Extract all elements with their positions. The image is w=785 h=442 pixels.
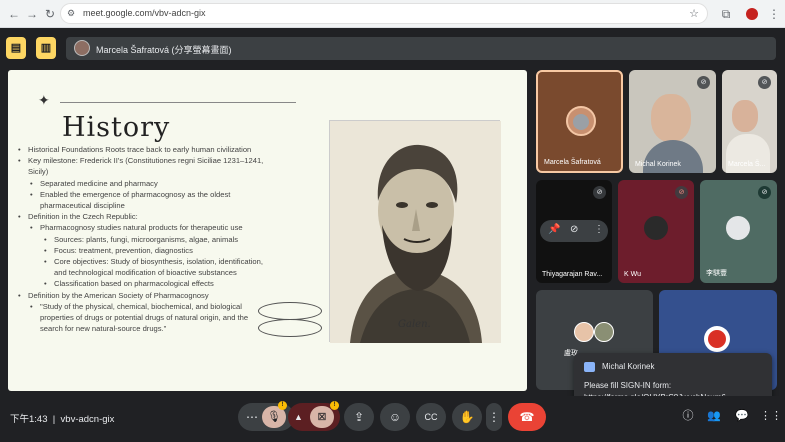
participant-name: Thiyagarajan Rav... (542, 271, 603, 278)
avatar (704, 326, 730, 352)
mic-off-icon: ⊘ (758, 76, 771, 89)
slide-bullets: Historical Foundations Roots trace back … (18, 144, 272, 334)
toast-message-line1: Please fill SIGN-IN form: (584, 381, 672, 390)
galen-portrait: Galen. (329, 120, 501, 343)
hide-panel-icon[interactable]: ▤ (6, 37, 26, 59)
slide-title: History (62, 112, 171, 143)
camera-warning-icon: ! (330, 401, 339, 410)
pin-icon[interactable]: 📌 (548, 224, 560, 235)
meeting-info-icon[interactable]: ⓘ (680, 408, 696, 424)
chat-icon[interactable]: 💬 (734, 408, 750, 424)
address-bar[interactable]: ⚙ meet.google.com/vbv-adcn-gix ☆ (60, 3, 708, 24)
site-info-icon[interactable]: ⚙ (67, 8, 75, 19)
mic-off-icon: ⊘ (758, 186, 771, 199)
present-screen-button[interactable]: ⇪ (344, 403, 374, 431)
mic-off-icon: ⊘ (675, 186, 688, 199)
present-screen-icon: ⇪ (353, 410, 365, 424)
avatar (644, 216, 668, 240)
avatar (566, 106, 596, 136)
slide-bullet: Core objectives: Study of biosynthesis, … (18, 256, 272, 278)
presenter-banner: Marcela Šafratová (分享螢幕畫面) (66, 37, 776, 60)
browser-menu-icon[interactable]: ⋮ (766, 6, 782, 22)
avatar (651, 94, 691, 142)
forward-icon[interactable]: → (24, 6, 40, 22)
meet-control-bar: 下午1:43 | vbv-adcn-gix ⋯ 🎙 ! ▲ ⊠ ! ⇪ ☺ CC… (0, 396, 785, 442)
presenter-label: Marcela Šafratová (分享螢幕畫面) (96, 45, 232, 55)
decor-ellipse-top (258, 302, 322, 320)
layout-icon[interactable]: ▥ (36, 37, 56, 59)
slide-bullet: Definition in the Czech Republic: (18, 211, 272, 222)
emoji-icon: ☺ (388, 410, 402, 424)
bookmark-star-icon[interactable]: ☆ (689, 7, 699, 20)
participant-tile[interactable]: ⊘ K Wu (618, 180, 694, 283)
presenter-avatar (74, 40, 90, 56)
slide-bullet: Key milestone: Frederick II's (Constitut… (18, 155, 272, 177)
slide-bullet: Definition by the American Society of Ph… (18, 290, 272, 301)
participant-name: Marcela Š... (728, 161, 766, 168)
mic-warning-icon: ! (278, 401, 287, 410)
more-options-icon[interactable]: ⋮ (594, 224, 604, 235)
sparkle-icon: ✦ (38, 92, 50, 108)
meeting-code: vbv-adcn-gix (60, 414, 115, 425)
browser-toolbar: ← → ↻ ⚙ meet.google.com/vbv-adcn-gix ☆ ⧉… (0, 0, 785, 28)
mute-participant-icon[interactable]: ⊘ (570, 224, 578, 235)
portrait-caption: Galen. (398, 319, 431, 330)
profile-icon[interactable] (744, 6, 760, 22)
title-divider (60, 102, 296, 103)
slide-bullet: Pharmacognosy studies natural products f… (18, 222, 272, 233)
meeting-time: 下午1:43 | vbv-adcn-gix (10, 414, 115, 425)
people-icon[interactable]: 👥 (706, 408, 722, 424)
hand-icon: ✋ (459, 410, 475, 424)
more-audio-icon[interactable]: ⋯ (246, 403, 258, 431)
reload-icon[interactable]: ↻ (42, 6, 58, 22)
back-icon[interactable]: ← (6, 6, 22, 22)
extensions-icon[interactable]: ⧉ (718, 6, 734, 22)
more-options-button[interactable]: ⋮ (486, 403, 502, 431)
participant-tile[interactable]: ⊘ Michal Korinek (629, 70, 716, 173)
slide-bullet: "Study of the physical, chemical, bioche… (18, 301, 272, 335)
chevron-up-icon[interactable]: ▲ (294, 403, 303, 431)
raise-hand-button[interactable]: ✋ (452, 403, 482, 431)
slide-bullet: Classification based on pharmacological … (18, 278, 272, 289)
emoji-button[interactable]: ☺ (380, 403, 410, 431)
slide-bullet: Separated medicine and pharmacy (18, 178, 272, 189)
slide-bullet: Historical Foundations Roots trace back … (18, 144, 272, 155)
meet-topbar: ▤ ▥ Marcela Šafratová (分享螢幕畫面) (0, 28, 785, 68)
avatar (594, 322, 614, 342)
camera-off-icon[interactable]: ⊠ (310, 406, 334, 428)
participant-name: K Wu (624, 271, 641, 278)
hang-up-icon: ☎ (519, 410, 535, 424)
captions-icon: CC (424, 412, 438, 422)
more-vert-icon: ⋮ (488, 410, 500, 424)
avatar (732, 100, 758, 132)
participant-tile[interactable]: ⊘ 李騏豐 (700, 180, 777, 283)
mic-off-icon: ⊘ (593, 186, 606, 199)
participant-name: Michal Korinek (635, 161, 681, 168)
leave-call-button[interactable]: ☎ (508, 403, 546, 431)
url-text: meet.google.com/vbv-adcn-gix (83, 8, 206, 18)
participant-tile[interactable]: Marcela Šafratová (536, 70, 623, 173)
participant-tile[interactable]: 📌 ⊘ ⋮ ⊘ Thiyagarajan Rav... (536, 180, 612, 283)
participant-name: 李騏豐 (706, 270, 727, 277)
participant-name: Marcela Šafratová (544, 159, 601, 166)
slide-bullet: Enabled the emergence of pharmacognosy a… (18, 189, 272, 211)
mic-off-icon: ⊘ (697, 76, 710, 89)
toast-sender: Michal Korinek (602, 362, 655, 371)
slide-bullet: Focus: treatment, prevention, diagnostic… (18, 245, 272, 256)
chat-icon (584, 362, 595, 372)
decor-ellipse-bottom (258, 319, 322, 337)
portrait-illustration (330, 121, 501, 343)
participant-tile[interactable]: ⊘ Marcela Š... (722, 70, 777, 173)
avatar (574, 322, 594, 342)
captions-button[interactable]: CC (416, 403, 446, 431)
slide-bullet: Sources: plants, fungi, microorganisms, … (18, 234, 272, 245)
tile-hover-controls: 📌 ⊘ ⋮ (540, 220, 608, 242)
shared-screen-slide: ✦ History Historical Foundations Roots t… (8, 70, 527, 391)
activities-icon[interactable]: ⋮⋮ (760, 408, 782, 424)
avatar (726, 216, 750, 240)
